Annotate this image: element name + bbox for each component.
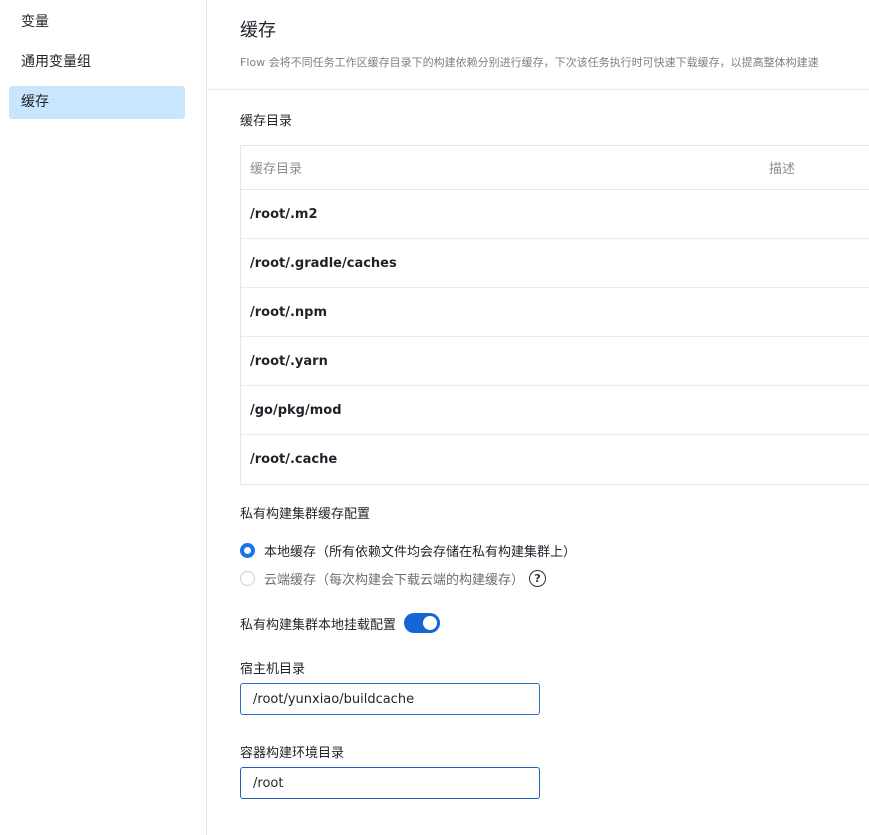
radio-cloud-cache-label: 云端缓存（每次构建会下载云端的构建缓存） [264,573,525,588]
table-row: /root/.npm [241,288,869,337]
private-cache-title: 私有构建集群缓存配置 [240,507,371,522]
main-content: 缓存 Flow 会将不同任务工作区缓存目录下的构建依赖分别进行缓存，下次该任务执… [208,0,869,835]
sidebar-item-common-variable-groups[interactable]: 通用变量组 [9,46,185,79]
radio-local-cache-label: 本地缓存（所有依赖文件均会存储在私有构建集群上） [264,545,577,560]
help-icon[interactable]: ? [529,570,547,587]
page-description: Flow 会将不同任务工作区缓存目录下的构建依赖分别进行缓存，下次该任务执行时可… [240,56,819,69]
radio-cloud-cache[interactable]: 云端缓存（每次构建会下载云端的构建缓存） ? [240,569,547,588]
table-row: /root/.yarn [241,337,869,386]
table-row: /root/.m2 [241,190,869,239]
column-header-desc: 描述 [769,162,796,177]
sidebar: 变量 通用变量组 缓存 [0,0,207,835]
table-row: /root/.gradle/caches [241,239,869,288]
mount-config-label: 私有构建集群本地挂载配置 [240,617,397,633]
table-header: 缓存目录 描述 [241,146,869,190]
cache-dirs-table: 缓存目录 描述 /root/.m2 /root/.gradle/caches /… [240,145,869,485]
container-dir-label: 容器构建环境目录 [240,746,345,761]
cache-dirs-title: 缓存目录 [240,114,293,129]
mount-toggle[interactable] [404,613,441,633]
sidebar-item-cache[interactable]: 缓存 [9,86,185,119]
column-header-dir: 缓存目录 [250,162,303,177]
table-row: /root/.cache [250,452,338,467]
mount-config-row: 私有构建集群本地挂载配置 [240,613,441,633]
radio-local-cache[interactable]: 本地缓存（所有依赖文件均会存储在私有构建集群上） [240,541,576,560]
table-row: /go/pkg/mod [241,386,869,435]
sidebar-item-variables[interactable]: 变量 [9,6,185,39]
container-dir-input[interactable] [240,767,540,799]
page-title: 缓存 [240,20,276,41]
page-header: 缓存 Flow 会将不同任务工作区缓存目录下的构建依赖分别进行缓存，下次该任务执… [208,0,869,90]
radio-unchecked-icon[interactable] [240,571,255,586]
host-dir-input[interactable] [240,683,540,715]
toggle-knob [423,616,438,630]
radio-checked-icon[interactable] [240,543,255,558]
host-dir-label: 宿主机目录 [240,662,306,677]
